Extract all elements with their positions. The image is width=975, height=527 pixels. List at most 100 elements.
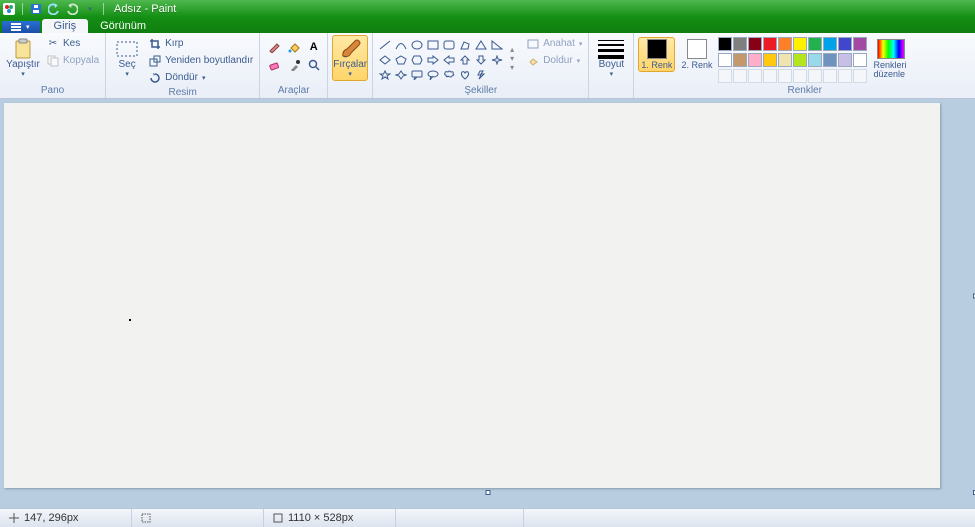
color-swatch[interactable] xyxy=(808,37,822,51)
workspace[interactable] xyxy=(0,99,975,508)
copy-button[interactable]: Kopyala xyxy=(44,52,101,69)
color-swatch[interactable] xyxy=(718,37,732,51)
file-menu[interactable]: ▾ xyxy=(2,21,40,33)
shape-line[interactable] xyxy=(377,38,393,52)
color-swatch[interactable] xyxy=(718,53,732,67)
edit-colors-button[interactable]: Renkleri düzenle xyxy=(870,37,912,81)
shape-polygon[interactable] xyxy=(457,38,473,52)
pencil-tool[interactable] xyxy=(264,38,283,55)
shape-arrow-left[interactable] xyxy=(441,53,457,67)
color-swatch[interactable] xyxy=(733,37,747,51)
shapes-gallery[interactable] xyxy=(377,35,505,82)
select-button[interactable]: Seç ▾ xyxy=(110,35,144,81)
color-swatch[interactable] xyxy=(838,53,852,67)
color1-label: 1. Renk xyxy=(641,61,672,70)
color2-button[interactable]: 2. Renk xyxy=(678,37,715,72)
shape-4star[interactable] xyxy=(489,53,505,67)
cut-button[interactable]: ✂ Kes xyxy=(44,35,101,52)
shape-arrow-up[interactable] xyxy=(457,53,473,67)
shape-callout-cloud[interactable] xyxy=(441,68,457,82)
color-swatch[interactable] xyxy=(748,37,762,51)
shapes-scroll-down[interactable]: ▾ xyxy=(506,54,518,63)
shapes-expand[interactable]: ▾ xyxy=(506,63,518,72)
color-swatch[interactable] xyxy=(808,53,822,67)
fill-button[interactable]: Doldur ▾ xyxy=(524,52,584,69)
shape-hexagon[interactable] xyxy=(409,53,425,67)
zoom-tool[interactable] xyxy=(304,56,323,73)
status-cursor-pos: 147, 296px xyxy=(0,509,132,527)
chevron-down-icon: ▾ xyxy=(202,74,206,82)
paste-button[interactable]: Yapıştır ▾ xyxy=(4,35,42,81)
crosshair-icon xyxy=(8,512,20,524)
color-swatch[interactable] xyxy=(838,69,852,83)
color-swatch[interactable] xyxy=(793,69,807,83)
size-button[interactable]: Boyut ▾ xyxy=(593,35,629,81)
shape-pentagon[interactable] xyxy=(393,53,409,67)
group-label-size xyxy=(593,95,629,98)
shape-oval[interactable] xyxy=(409,38,425,52)
shape-arrow-right[interactable] xyxy=(425,53,441,67)
color2-swatch xyxy=(687,39,707,59)
qat-save-icon[interactable] xyxy=(28,2,44,16)
color-swatch[interactable] xyxy=(778,53,792,67)
color-swatch[interactable] xyxy=(778,37,792,51)
canvas[interactable] xyxy=(4,103,940,488)
color-swatch[interactable] xyxy=(823,37,837,51)
qat-redo-icon[interactable] xyxy=(64,2,80,16)
color-swatch[interactable] xyxy=(733,69,747,83)
color-swatch[interactable] xyxy=(823,53,837,67)
shapes-scroll-up[interactable]: ▴ xyxy=(506,45,518,54)
eraser-tool[interactable] xyxy=(264,56,283,73)
color-swatch[interactable] xyxy=(808,69,822,83)
color-swatch[interactable] xyxy=(793,37,807,51)
color-swatch[interactable] xyxy=(748,69,762,83)
color-swatch[interactable] xyxy=(838,37,852,51)
rotate-icon xyxy=(148,71,162,85)
qat-undo-icon[interactable] xyxy=(46,2,62,16)
shape-right-triangle[interactable] xyxy=(489,38,505,52)
shape-callout-round[interactable] xyxy=(425,68,441,82)
color-swatch[interactable] xyxy=(763,69,777,83)
outline-icon xyxy=(526,37,540,51)
outline-label: Anahat xyxy=(543,38,575,49)
fill-tool[interactable] xyxy=(284,38,303,55)
outline-button[interactable]: Anahat ▾ xyxy=(524,35,584,52)
brushes-button[interactable]: Fırçalar ▾ xyxy=(332,35,368,81)
shape-diamond[interactable] xyxy=(377,53,393,67)
color1-button[interactable]: 1. Renk xyxy=(638,37,675,72)
color-swatch[interactable] xyxy=(823,69,837,83)
picker-tool[interactable] xyxy=(284,56,303,73)
tab-view[interactable]: Görünüm xyxy=(88,19,158,33)
shape-triangle[interactable] xyxy=(473,38,489,52)
color-swatch[interactable] xyxy=(733,53,747,67)
color-swatch[interactable] xyxy=(853,69,867,83)
tab-home[interactable]: Giriş xyxy=(42,19,89,33)
resize-handle-bottom[interactable] xyxy=(485,490,490,495)
color-swatch[interactable] xyxy=(718,69,732,83)
shape-callout-rect[interactable] xyxy=(409,68,425,82)
shape-6star[interactable] xyxy=(393,68,409,82)
shape-curve[interactable] xyxy=(393,38,409,52)
group-shapes: ▴ ▾ ▾ Anahat ▾ Doldur ▾ Şekiller xyxy=(372,33,588,98)
shape-roundrect[interactable] xyxy=(441,38,457,52)
qat-customize-icon[interactable]: ▾ xyxy=(82,2,98,16)
group-label-clipboard: Pano xyxy=(4,84,101,98)
color-swatch[interactable] xyxy=(763,37,777,51)
shape-heart[interactable] xyxy=(457,68,473,82)
shape-rect[interactable] xyxy=(425,38,441,52)
color-swatch[interactable] xyxy=(778,69,792,83)
shape-arrow-down[interactable] xyxy=(473,53,489,67)
shape-lightning[interactable] xyxy=(473,68,489,82)
chevron-down-icon: ▾ xyxy=(21,71,25,78)
crop-button[interactable]: Kırp xyxy=(146,35,255,52)
resize-button[interactable]: Yeniden boyutlandır xyxy=(146,52,255,69)
text-tool[interactable]: A xyxy=(304,38,323,55)
color-swatch[interactable] xyxy=(793,53,807,67)
group-brushes: Fırçalar ▾ xyxy=(327,33,372,98)
color-swatch[interactable] xyxy=(853,53,867,67)
color-swatch[interactable] xyxy=(853,37,867,51)
color-swatch[interactable] xyxy=(748,53,762,67)
rotate-button[interactable]: Döndür ▾ xyxy=(146,69,255,86)
shape-5star[interactable] xyxy=(377,68,393,82)
color-swatch[interactable] xyxy=(763,53,777,67)
